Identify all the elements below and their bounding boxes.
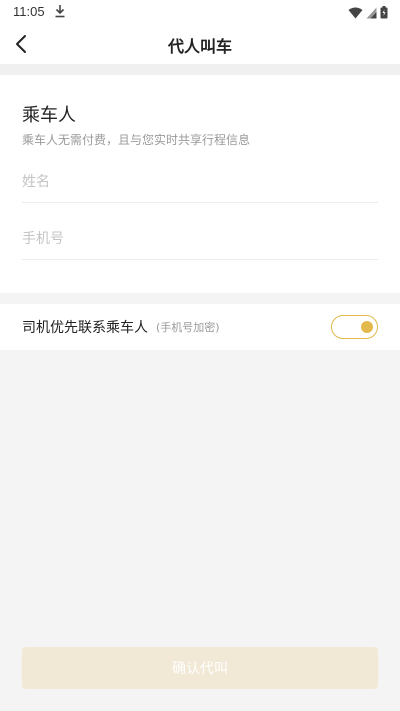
passenger-card: 乘车人 乘车人无需付费，且与您实时共享行程信息 [0, 75, 400, 293]
status-time: 11:05 [13, 4, 45, 19]
toggle-knob [361, 321, 373, 333]
phone-input[interactable] [22, 220, 378, 258]
page-title: 代人叫车 [167, 37, 232, 56]
contact-passenger-label: 司机优先联系乘车人 [22, 320, 148, 336]
nav-bar: 代人叫车 [0, 24, 400, 64]
confirm-button[interactable]: 确认代叫 [22, 647, 378, 689]
contact-passenger-row: 司机优先联系乘车人 (手机号加密) [0, 304, 400, 350]
passenger-description: 乘车人无需付费，且与您实时共享行程信息 [22, 133, 251, 147]
download-icon [54, 3, 66, 22]
signal-icon [366, 4, 377, 23]
name-input[interactable] [22, 163, 378, 201]
section-divider [0, 64, 400, 75]
contact-passenger-toggle[interactable] [331, 315, 378, 339]
phone-encrypted-hint: (手机号加密) [156, 321, 220, 334]
wifi-icon [348, 4, 363, 23]
passenger-title: 乘车人 [22, 105, 76, 126]
status-bar: 11:05 [0, 0, 400, 24]
phone-field [22, 220, 378, 260]
name-field [22, 163, 378, 203]
battery-icon [380, 4, 388, 23]
